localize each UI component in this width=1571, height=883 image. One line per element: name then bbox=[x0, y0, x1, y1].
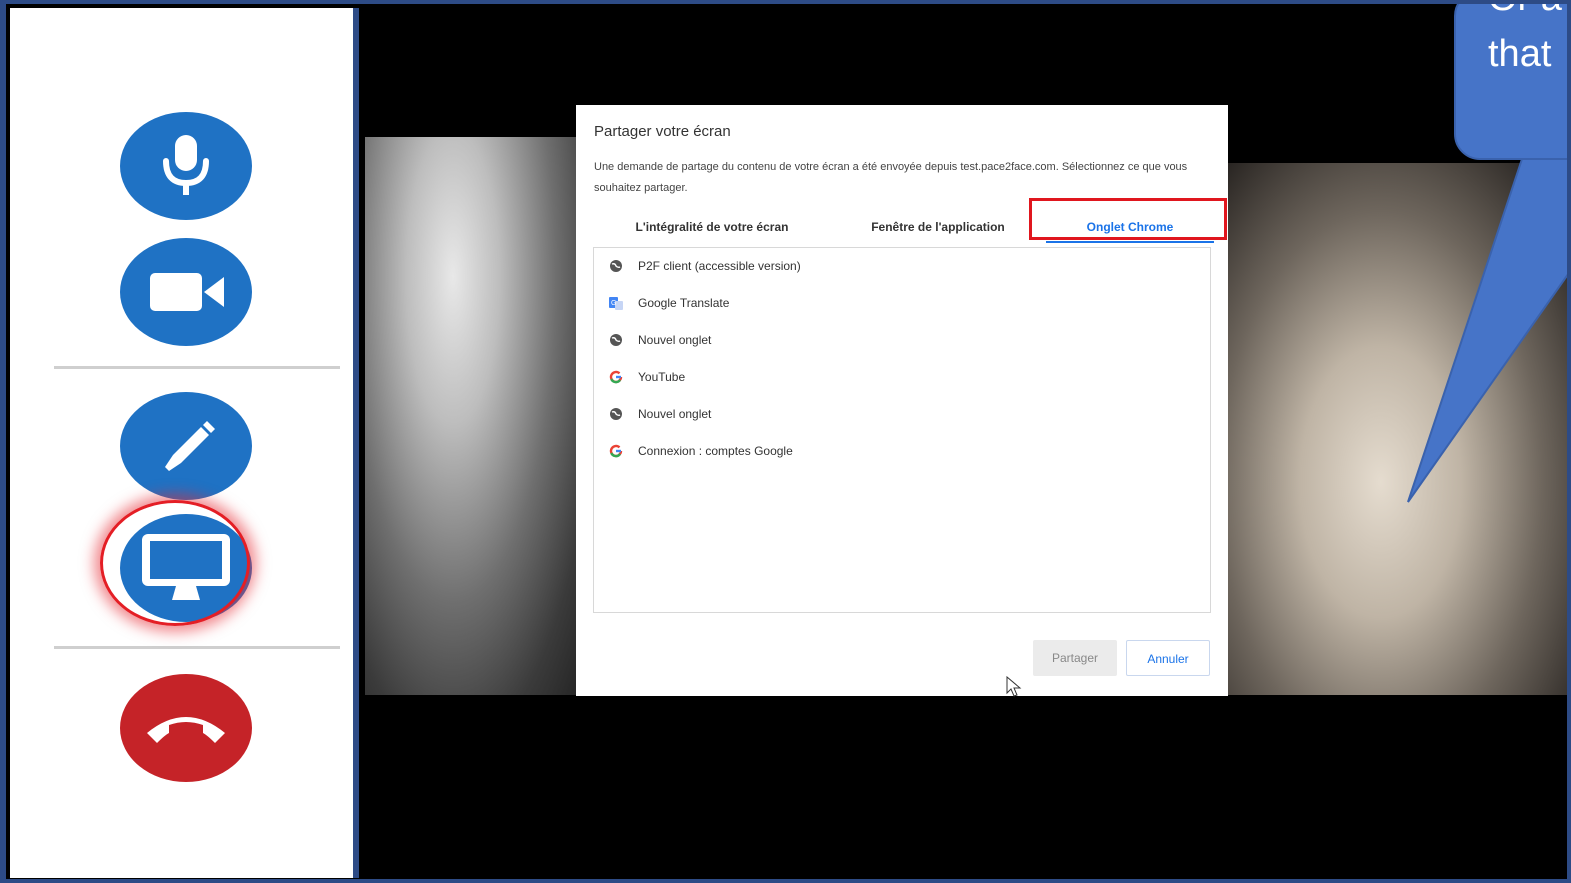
list-item-label: Connexion : comptes Google bbox=[638, 444, 793, 458]
list-item[interactable]: P2F client (accessible version) bbox=[608, 252, 801, 280]
separator bbox=[54, 366, 340, 369]
callout-text-line2: that bbox=[1488, 33, 1552, 75]
share-screen-dialog: Partager votre écran Une demande de part… bbox=[576, 105, 1228, 697]
tab-entire-screen[interactable]: L'intégralité de votre écran bbox=[594, 213, 830, 241]
tab-application-window[interactable]: Fenêtre de l'application bbox=[830, 213, 1046, 241]
list-item-label: Nouvel onglet bbox=[638, 333, 712, 347]
microphone-icon bbox=[163, 135, 209, 195]
globe-icon bbox=[608, 258, 624, 274]
globe-icon bbox=[608, 406, 624, 422]
chrome-tab-list: P2F client (accessible version) G Google… bbox=[593, 247, 1211, 697]
list-item[interactable]: G Google Translate bbox=[608, 289, 729, 317]
call-controls-sidebar bbox=[10, 8, 359, 878]
camera-button[interactable] bbox=[120, 238, 252, 346]
hang-up-icon bbox=[147, 717, 225, 743]
google-g-icon bbox=[608, 369, 624, 385]
list-item[interactable]: Connexion : comptes Google bbox=[608, 437, 793, 465]
microphone-button[interactable] bbox=[120, 112, 252, 220]
pen-icon bbox=[165, 421, 215, 471]
list-item-label: Nouvel onglet bbox=[638, 407, 712, 421]
dialog-title: Partager votre écran bbox=[594, 123, 731, 140]
camera-icon bbox=[150, 273, 224, 311]
separator bbox=[54, 646, 340, 649]
list-item[interactable]: Nouvel onglet bbox=[608, 326, 711, 354]
chrome-tab-highlight bbox=[1029, 198, 1227, 240]
svg-text:G: G bbox=[611, 300, 616, 307]
share-button[interactable]: Partager bbox=[1033, 640, 1117, 676]
list-item-label: P2F client (accessible version) bbox=[638, 259, 801, 273]
google-g-icon bbox=[608, 443, 624, 459]
callout-pointer bbox=[1407, 150, 1571, 503]
annotate-button[interactable] bbox=[120, 392, 252, 500]
list-item-label: YouTube bbox=[638, 370, 686, 384]
list-item[interactable]: YouTube bbox=[608, 363, 685, 391]
hang-up-button[interactable] bbox=[120, 674, 252, 782]
active-tab-indicator bbox=[1046, 241, 1214, 243]
globe-icon bbox=[608, 332, 624, 348]
callout-text-line1: Or a bbox=[1488, 0, 1562, 22]
list-item[interactable]: Nouvel onglet bbox=[608, 400, 711, 428]
mouse-cursor-icon bbox=[1006, 676, 1022, 697]
list-item-label: Google Translate bbox=[638, 296, 730, 310]
dialog-description: Une demande de partage du contenu de vot… bbox=[594, 161, 1188, 194]
remote-video-left bbox=[365, 137, 585, 695]
callout-bubble: Or a that bbox=[1454, 0, 1571, 160]
screen-share-highlight bbox=[100, 500, 250, 626]
cancel-button[interactable]: Annuler bbox=[1126, 640, 1210, 676]
google-translate-icon: G bbox=[608, 295, 624, 311]
